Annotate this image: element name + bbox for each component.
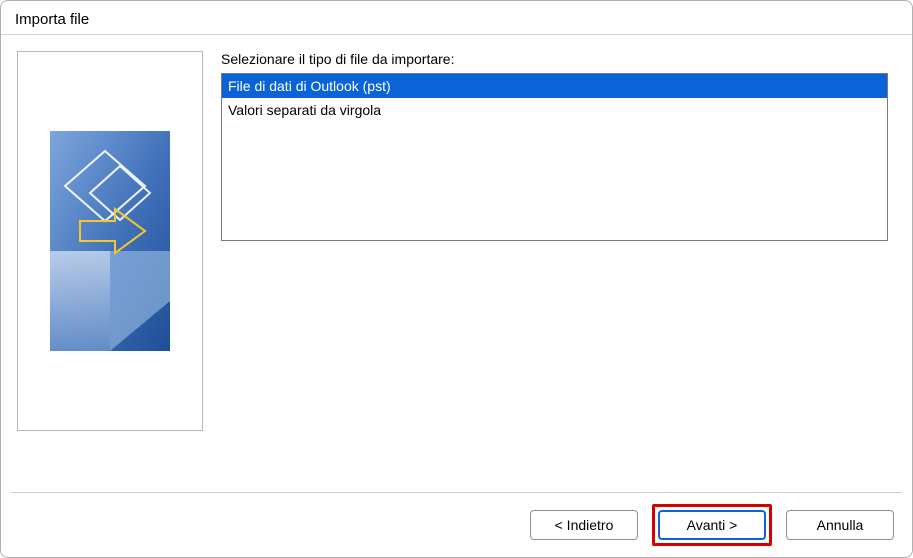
dialog-body: Selezionare il tipo di file da importare… <box>1 35 912 487</box>
window-title: Importa file <box>1 1 912 34</box>
next-button[interactable]: Avanti > <box>658 510 766 540</box>
wizard-graphic-frame <box>17 51 203 431</box>
wizard-graphic <box>50 131 170 351</box>
import-file-dialog: Importa file <box>0 0 913 558</box>
file-type-option-csv[interactable]: Valori separati da virgola <box>222 98 887 122</box>
back-button[interactable]: < Indietro <box>530 510 638 540</box>
cancel-button[interactable]: Annulla <box>786 510 894 540</box>
file-type-listbox[interactable]: File di dati di Outlook (pst) Valori sep… <box>221 73 888 241</box>
content-column: Selezionare il tipo di file da importare… <box>221 51 888 241</box>
next-button-callout: Avanti > <box>652 504 772 546</box>
button-row: < Indietro Avanti > Annulla <box>1 493 912 557</box>
file-type-prompt: Selezionare il tipo di file da importare… <box>221 51 888 67</box>
file-type-option-pst[interactable]: File di dati di Outlook (pst) <box>222 74 887 98</box>
